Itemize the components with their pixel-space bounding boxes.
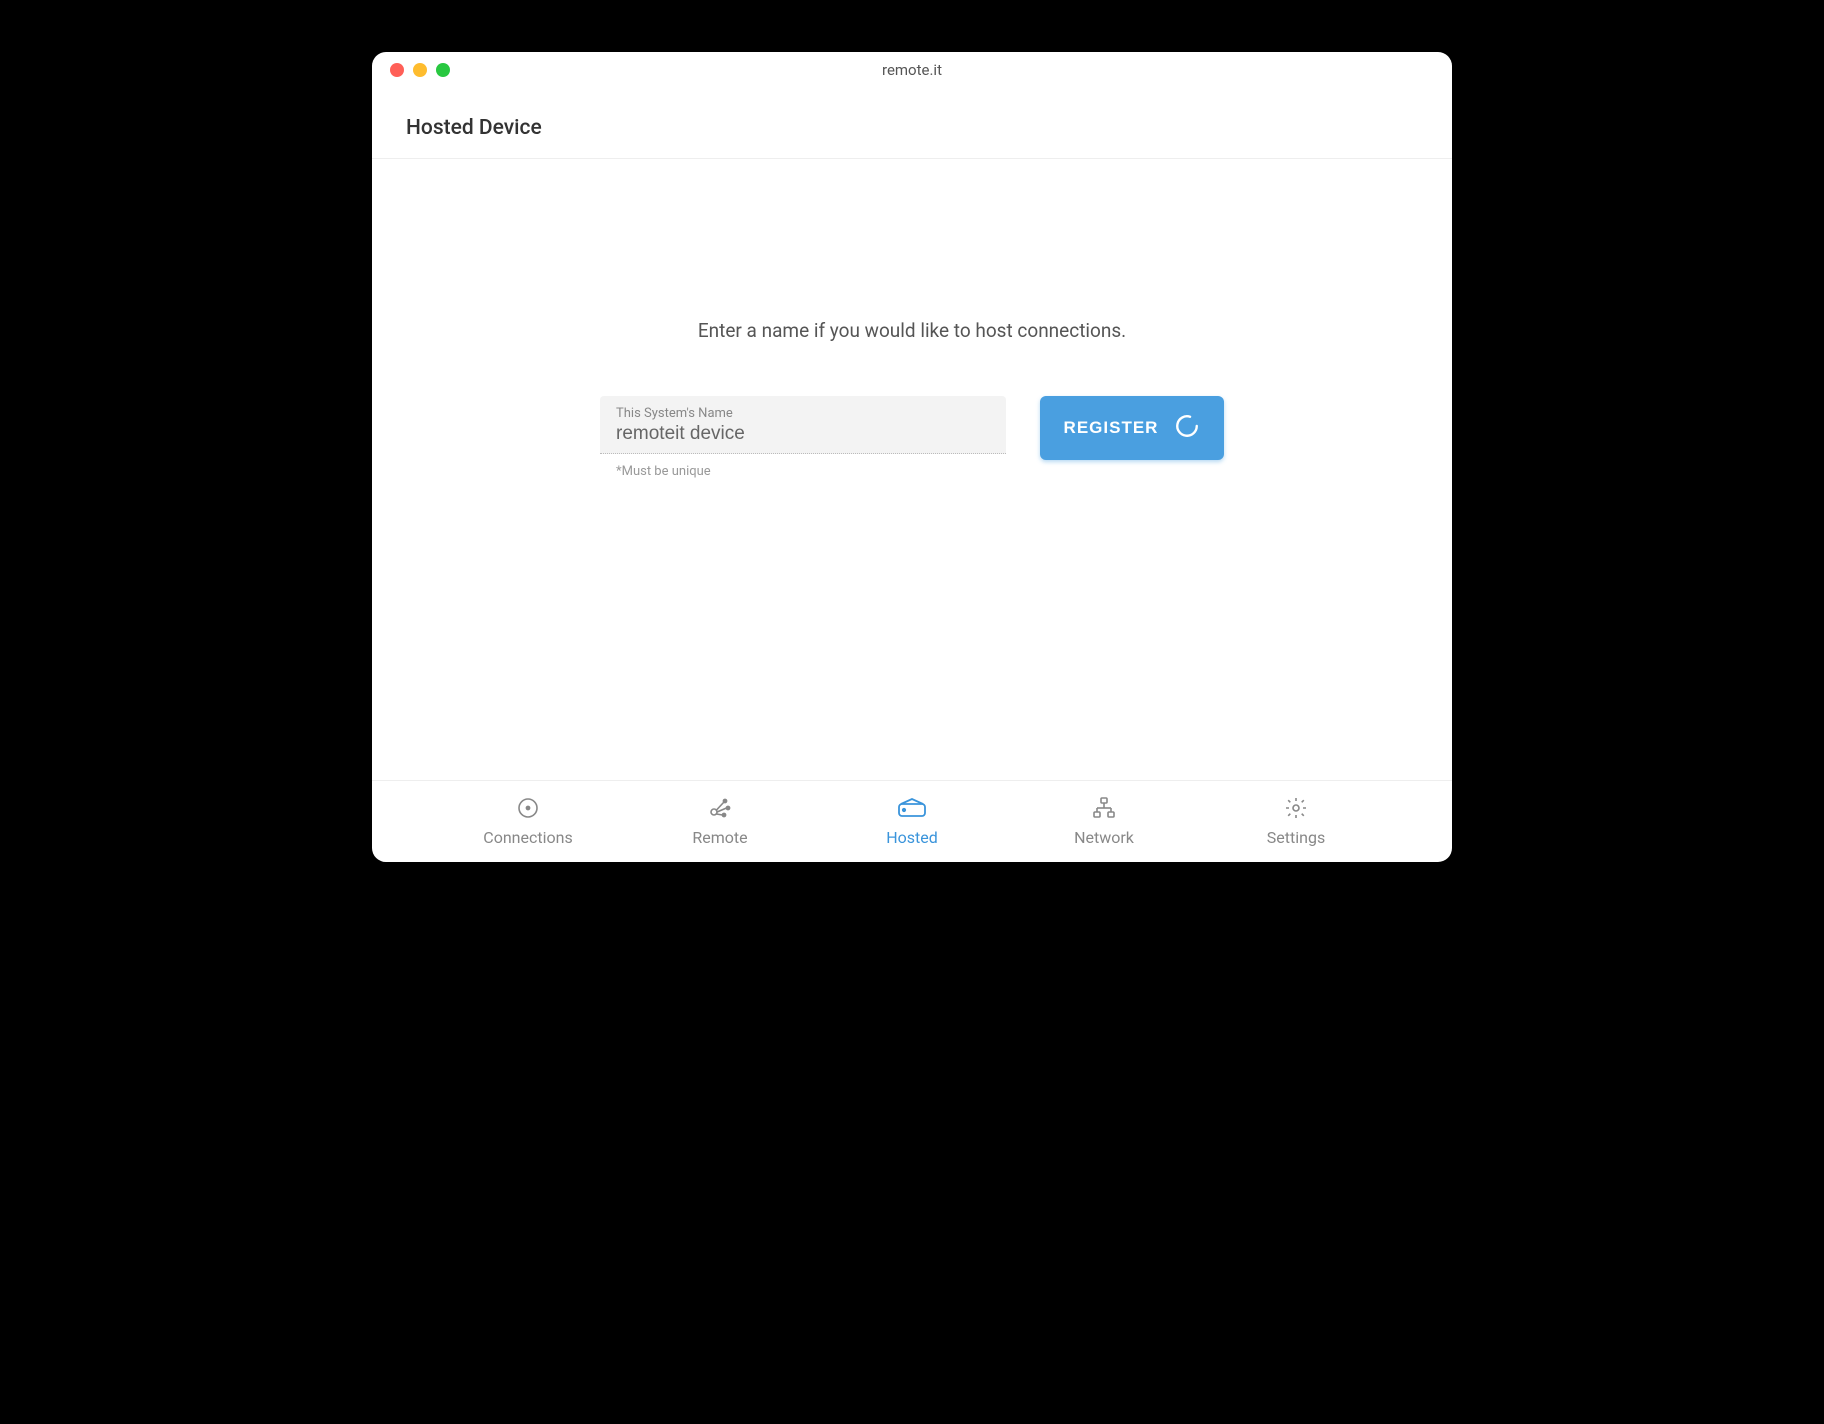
name-field-label: This System's Name <box>616 406 990 421</box>
nav-hosted[interactable]: Hosted <box>852 796 972 847</box>
window-title: remote.it <box>372 61 1452 79</box>
nav-connections[interactable]: Connections <box>468 796 588 847</box>
nav-label: Hosted <box>886 828 938 847</box>
nav-label: Connections <box>483 828 572 847</box>
register-form: This System's Name *Must be unique REGIS… <box>600 396 1224 479</box>
page-title: Hosted Device <box>372 88 1452 159</box>
remote-icon <box>705 796 735 824</box>
register-button[interactable]: REGISTER <box>1040 396 1224 460</box>
name-field-helper: *Must be unique <box>600 454 1006 479</box>
register-button-label: REGISTER <box>1064 418 1159 438</box>
window-controls <box>372 63 450 77</box>
name-field[interactable]: This System's Name <box>600 396 1006 454</box>
nav-label: Settings <box>1267 828 1325 847</box>
connections-icon <box>513 796 543 824</box>
zoom-icon[interactable] <box>436 63 450 77</box>
gear-icon <box>1281 796 1311 824</box>
nav-label: Remote <box>692 828 747 847</box>
name-input[interactable] <box>616 423 990 445</box>
close-icon[interactable] <box>390 63 404 77</box>
nav-remote[interactable]: Remote <box>660 796 780 847</box>
hosted-icon <box>897 796 927 824</box>
spinner-icon <box>1174 413 1200 444</box>
bottom-nav: Connections Remote <box>372 780 1452 862</box>
nav-settings[interactable]: Settings <box>1236 796 1356 847</box>
app-window: remote.it Hosted Device Enter a name if … <box>372 52 1452 862</box>
prompt-text: Enter a name if you would like to host c… <box>698 319 1126 342</box>
main-content: Enter a name if you would like to host c… <box>372 159 1452 780</box>
nav-network[interactable]: Network <box>1044 796 1164 847</box>
minimize-icon[interactable] <box>413 63 427 77</box>
titlebar: remote.it <box>372 52 1452 88</box>
name-field-wrap: This System's Name *Must be unique <box>600 396 1006 479</box>
nav-label: Network <box>1074 828 1134 847</box>
network-icon <box>1089 796 1119 824</box>
